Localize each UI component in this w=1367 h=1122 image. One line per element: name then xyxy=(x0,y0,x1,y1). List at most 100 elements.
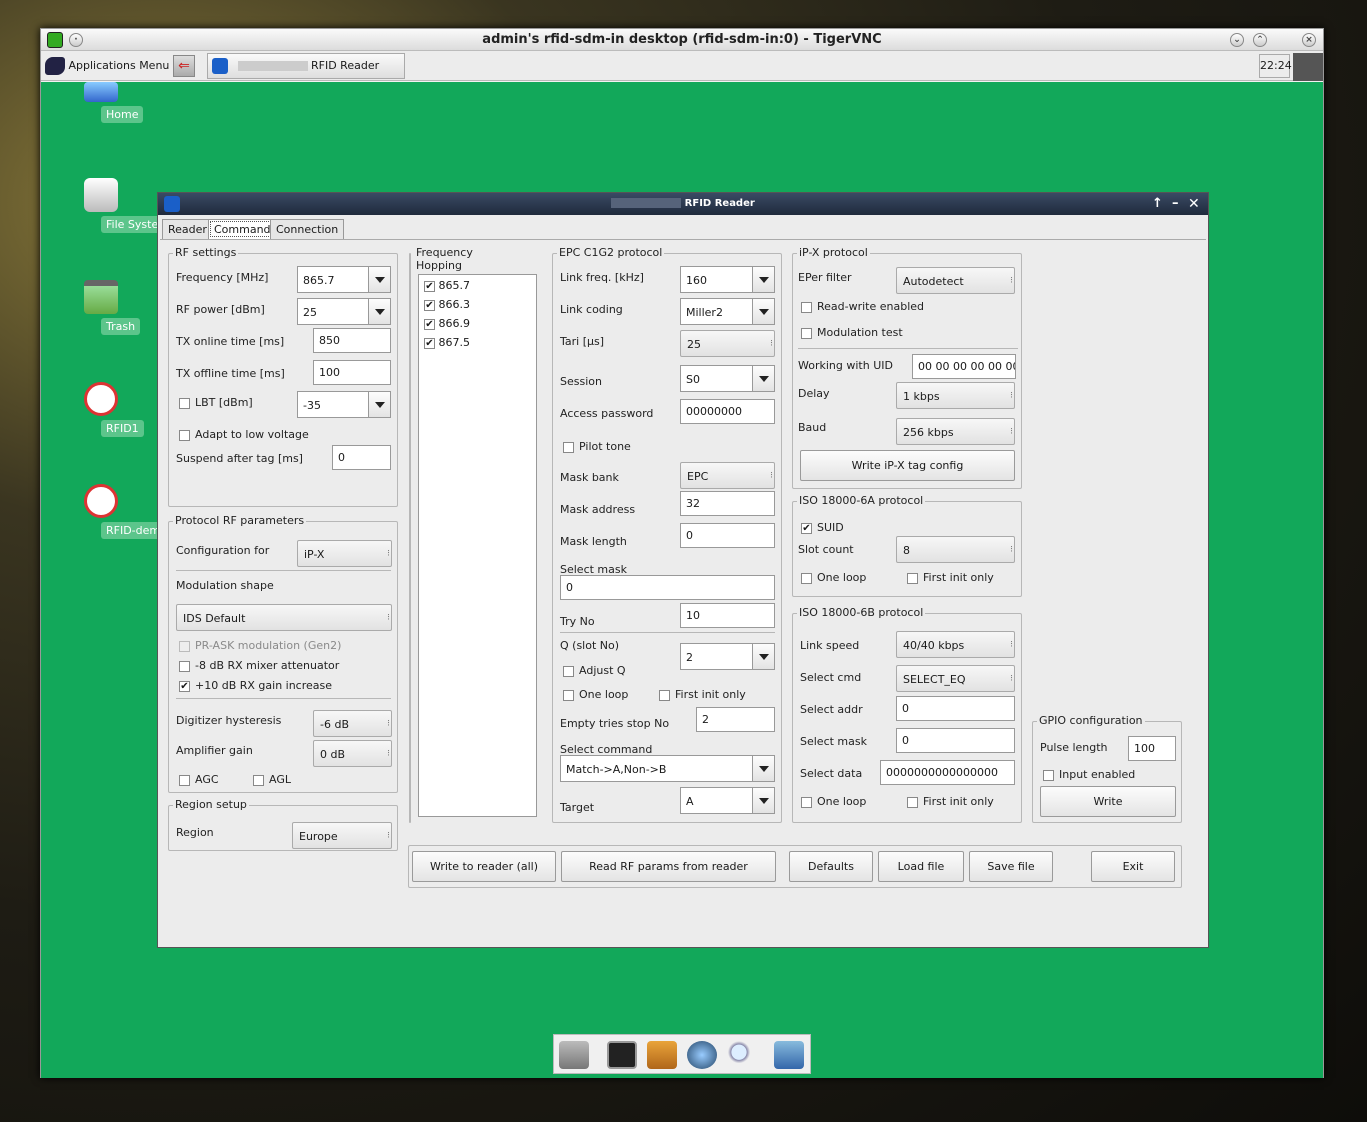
taskbar-item-rfid-reader[interactable]: RFID Reader xyxy=(207,53,405,79)
config-for-select[interactable]: iP-X xyxy=(297,540,392,568)
link-coding-combo[interactable]: Miller2 xyxy=(680,298,775,325)
tab-command[interactable]: Command xyxy=(208,219,277,239)
target-combo[interactable]: A xyxy=(680,787,775,814)
adapt-voltage-checkbox[interactable] xyxy=(179,430,190,441)
load-file-button[interactable]: Load file xyxy=(878,851,964,882)
minimize-icon[interactable]: – xyxy=(1172,193,1179,215)
pulse-length-input[interactable]: 100 xyxy=(1128,736,1176,761)
first-init-6b-checkbox[interactable] xyxy=(907,797,918,808)
q-slot-label: Q (slot No) xyxy=(560,639,620,652)
desktop-icon-file-system[interactable]: File System xyxy=(69,178,174,233)
select-data-input[interactable]: 0000000000000000 xyxy=(880,760,1015,785)
select-cmd-select[interactable]: SELECT_EQ xyxy=(896,665,1015,693)
target-label: Target xyxy=(560,801,595,814)
folder-icon[interactable] xyxy=(774,1041,804,1069)
frequency-list[interactable]: ✔ 865.7 ✔ 866.3 ✔ 866.9 ✔ 867.5 xyxy=(418,274,537,817)
show-desktop-icon[interactable] xyxy=(559,1041,589,1069)
select-addr-input[interactable]: 0 xyxy=(896,696,1015,721)
file-manager-icon[interactable] xyxy=(647,1041,677,1069)
one-loop-6a-checkbox[interactable] xyxy=(801,573,812,584)
write-ipx-config-button[interactable]: Write iP-X tag config xyxy=(800,450,1015,481)
suid-checkbox[interactable]: ✔ xyxy=(801,523,812,534)
empty-tries-input[interactable]: 2 xyxy=(696,707,775,732)
close-icon[interactable]: ✕ xyxy=(1188,193,1200,215)
one-loop-6b-checkbox[interactable] xyxy=(801,797,812,808)
session-combo[interactable]: S0 xyxy=(680,365,775,392)
link-freq-combo[interactable]: 160 xyxy=(680,266,775,293)
write-to-reader-button[interactable]: Write to reader (all) xyxy=(412,851,556,882)
close-icon[interactable]: × xyxy=(1302,33,1316,47)
clock[interactable]: 22:24 xyxy=(1259,54,1292,78)
logout-icon[interactable]: ⇐ xyxy=(173,55,195,77)
select-mask-6b-input[interactable]: 0 xyxy=(896,728,1015,753)
agc-checkbox[interactable] xyxy=(179,775,190,786)
tab-reader[interactable]: Reader xyxy=(162,219,213,239)
lbt-checkbox[interactable] xyxy=(179,398,190,409)
desktop-icon-home[interactable]: Home xyxy=(69,82,144,123)
rf-settings-group: RF settings Frequency [MHz] 865.7 RF pow… xyxy=(168,246,398,507)
eper-filter-select[interactable]: Autodetect xyxy=(896,267,1015,295)
select-mask-input[interactable]: 0 xyxy=(560,575,775,600)
menu-circle-icon[interactable]: · xyxy=(69,33,83,47)
read-write-checkbox[interactable] xyxy=(801,302,812,313)
one-loop-checkbox[interactable] xyxy=(563,690,574,701)
applications-menu-button[interactable]: Applications Menu xyxy=(45,55,169,77)
list-item[interactable]: ✔ 866.9 xyxy=(424,317,470,330)
group-title: RF settings xyxy=(173,246,239,259)
slot-count-select[interactable]: 8 xyxy=(896,536,1015,564)
taskbar-label: RFID Reader xyxy=(311,59,380,72)
rf-power-combo[interactable]: 25 xyxy=(297,298,391,325)
tari-select[interactable]: 25 xyxy=(680,330,775,358)
list-item[interactable]: ✔ 866.3 xyxy=(424,298,470,311)
region-select[interactable]: Europe xyxy=(292,822,392,850)
input-enabled-checkbox[interactable] xyxy=(1043,770,1054,781)
search-icon[interactable] xyxy=(727,1041,757,1069)
gain-checkbox[interactable]: ✔ xyxy=(179,681,190,692)
exit-button[interactable]: Exit xyxy=(1091,851,1175,882)
mask-length-label: Mask length xyxy=(560,535,627,548)
try-no-input[interactable]: 10 xyxy=(680,603,775,628)
web-browser-icon[interactable] xyxy=(687,1041,717,1069)
link-speed-select[interactable]: 40/40 kbps xyxy=(896,631,1015,659)
delay-select[interactable]: 1 kbps xyxy=(896,382,1015,410)
tx-offline-input[interactable]: 100 xyxy=(313,360,391,385)
mask-address-input[interactable]: 32 xyxy=(680,491,775,516)
first-init-6a-checkbox[interactable] xyxy=(907,573,918,584)
tab-connection[interactable]: Connection xyxy=(270,219,345,239)
read-rf-params-button[interactable]: Read RF params from reader xyxy=(561,851,776,882)
desktop-icon-rfid-demo[interactable]: RFID-demo xyxy=(69,484,172,539)
modulation-test-checkbox[interactable] xyxy=(801,328,812,339)
maximize-icon[interactable]: ⌃ xyxy=(1253,33,1267,47)
uid-label: Working with UID xyxy=(798,359,893,372)
lbt-combo[interactable]: -35 xyxy=(297,391,391,418)
gpio-write-button[interactable]: Write xyxy=(1040,786,1176,817)
list-item[interactable]: ✔ 867.5 xyxy=(424,336,470,349)
uid-input[interactable]: 00 00 00 00 00 00 0 xyxy=(912,354,1016,379)
tx-online-input[interactable]: 850 xyxy=(313,328,391,353)
q-slot-combo[interactable]: 2 xyxy=(680,643,775,670)
defaults-button[interactable]: Defaults xyxy=(789,851,873,882)
modulation-select[interactable]: IDS Default xyxy=(176,604,392,632)
digitizer-select[interactable]: -6 dB xyxy=(313,710,392,738)
desktop-icon-trash[interactable]: Trash xyxy=(69,280,141,335)
adjust-q-checkbox[interactable] xyxy=(563,666,574,677)
access-password-input[interactable]: 00000000 xyxy=(680,399,775,424)
first-init-checkbox[interactable] xyxy=(659,690,670,701)
amplifier-select[interactable]: 0 dB xyxy=(313,740,392,768)
select-command-combo[interactable]: Match->A,Non->B xyxy=(560,755,775,782)
agl-checkbox[interactable] xyxy=(253,775,264,786)
mixer-checkbox[interactable] xyxy=(179,661,190,672)
frequency-combo[interactable]: 865.7 xyxy=(297,266,391,293)
pilot-tone-checkbox[interactable] xyxy=(563,442,574,453)
save-file-button[interactable]: Save file xyxy=(969,851,1053,882)
group-title: iP-X protocol xyxy=(797,246,870,259)
shade-up-icon[interactable]: ↑ xyxy=(1152,193,1163,215)
terminal-icon[interactable] xyxy=(607,1041,637,1069)
desktop-icon-rfid1[interactable]: RFID1 xyxy=(69,382,144,437)
minimize-icon[interactable]: ⌄ xyxy=(1230,33,1244,47)
baud-select[interactable]: 256 kbps xyxy=(896,418,1015,446)
list-item[interactable]: ✔ 865.7 xyxy=(424,279,470,292)
mask-length-input[interactable]: 0 xyxy=(680,523,775,548)
mask-bank-select[interactable]: EPC xyxy=(680,462,775,490)
suspend-input[interactable]: 0 xyxy=(332,445,391,470)
